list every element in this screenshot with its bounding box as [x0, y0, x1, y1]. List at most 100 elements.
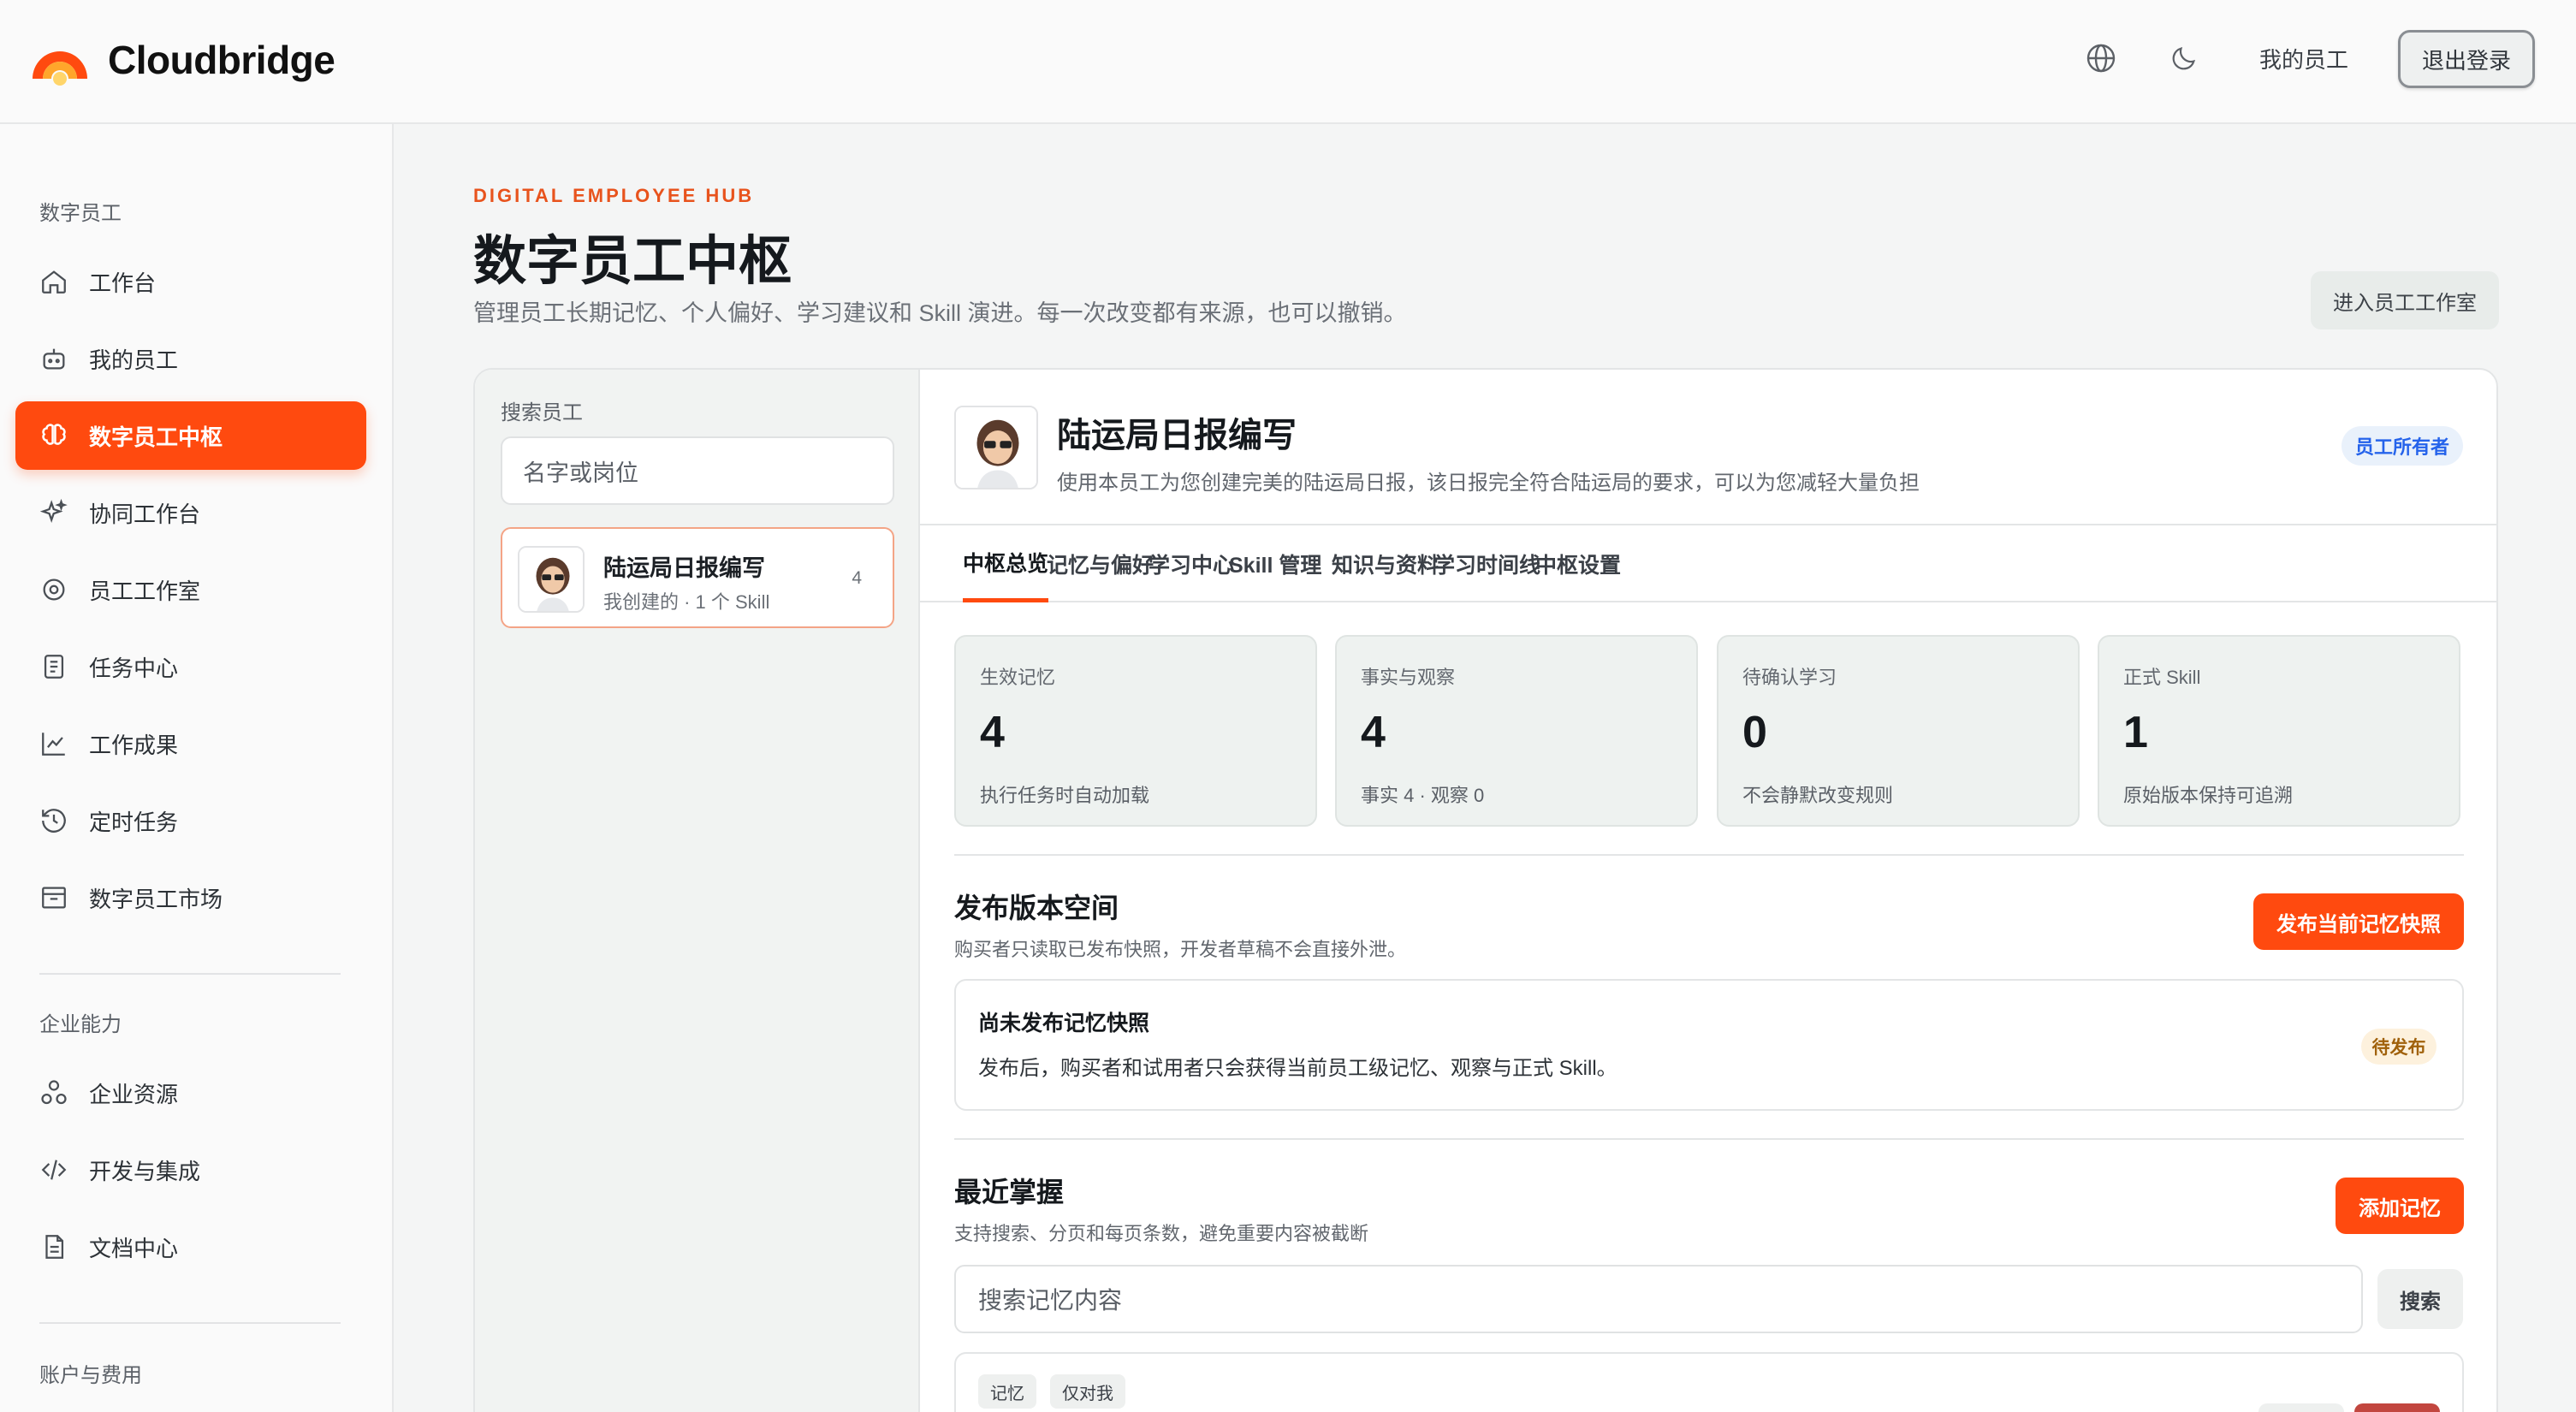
sidebar-section-account: 账户与费用	[39, 1364, 142, 1387]
history-icon	[38, 804, 70, 837]
tab-memory[interactable]: 记忆与偏好	[1047, 525, 1154, 602]
stat-card-pending-learning: 待确认学习 0 不会静默改变规则	[1717, 635, 2080, 827]
memory-search-button[interactable]: 搜索	[2377, 1269, 2463, 1329]
stat-value: 4	[1361, 708, 1386, 757]
sidebar-item-studio[interactable]: 员工工作室	[15, 555, 366, 624]
memory-list-item: 记忆 仅对我	[954, 1352, 2464, 1412]
sidebar-item-my-employees[interactable]: 我的员工	[15, 324, 366, 393]
snapshot-title: 尚未发布记忆快照	[978, 1012, 1150, 1035]
sidebar-item-hub[interactable]: 数字员工中枢	[15, 401, 366, 470]
document-icon	[38, 1231, 70, 1263]
stat-note: 执行任务时自动加载	[980, 785, 1150, 806]
page-eyebrow: DIGITAL EMPLOYEE HUB	[473, 185, 755, 206]
sidebar-item-scheduled[interactable]: 定时任务	[15, 786, 366, 855]
logout-button[interactable]: 退出登录	[2398, 30, 2535, 88]
avatar	[954, 406, 1038, 489]
sidebar-item-dev[interactable]: 开发与集成	[15, 1136, 366, 1204]
sidebar-item-collab[interactable]: 协同工作台	[15, 478, 366, 547]
stat-label: 生效记忆	[980, 667, 1056, 688]
sidebar: 数字员工 工作台 我的员工 数字员工中枢 协同工作台 员工工作室 任务中心 工作…	[0, 124, 394, 1412]
stat-value: 0	[1742, 708, 1767, 757]
employee-count: 4	[852, 568, 862, 588]
sidebar-item-label: 工作成果	[89, 732, 179, 758]
sidebar-section-enterprise: 企业能力	[39, 1013, 122, 1036]
stat-card-active-memory: 生效记忆 4 执行任务时自动加载	[954, 635, 1317, 827]
sidebar-item-workbench[interactable]: 工作台	[15, 247, 366, 316]
publish-snapshot-button[interactable]: 发布当前记忆快照	[2253, 893, 2464, 950]
memory-edit-button[interactable]	[2258, 1403, 2344, 1412]
employee-list-item[interactable]: 陆运局日报编写 我创建的 · 1 个 Skill 4	[501, 527, 894, 628]
tab-overview[interactable]: 中枢总览	[963, 525, 1049, 602]
page-subtitle: 管理员工长期记忆、个人偏好、学习建议和 Skill 演进。每一次改变都有来源，也…	[473, 300, 1407, 326]
sidebar-divider	[39, 1322, 341, 1324]
my-employees-link[interactable]: 我的员工	[2259, 43, 2348, 74]
add-memory-button[interactable]: 添加记忆	[2336, 1178, 2464, 1234]
tab-learning[interactable]: 学习中心	[1149, 525, 1234, 602]
moon-icon[interactable]	[2165, 39, 2203, 77]
publish-section-title: 发布版本空间	[954, 893, 1119, 923]
sidebar-item-results[interactable]: 工作成果	[15, 709, 366, 778]
shapes-icon	[38, 1077, 70, 1109]
publish-section-subtitle: 购买者只读取已发布快照，开发者草稿不会直接外泄。	[954, 939, 1407, 960]
employee-search-input[interactable]: 名字或岗位	[501, 436, 894, 505]
stat-label: 正式 Skill	[2123, 667, 2201, 688]
sidebar-section-digital-employees: 数字员工	[39, 202, 122, 225]
chart-line-icon	[38, 727, 70, 760]
recent-section-title: 最近掌握	[954, 1177, 1065, 1207]
robot-icon	[38, 342, 70, 375]
employee-list-pane: 搜索员工 名字或岗位 陆运局日报编写 我创建的 · 1 个 Skill 4	[475, 370, 920, 1412]
sidebar-item-label: 数字员工中枢	[89, 424, 223, 450]
enter-studio-button[interactable]: 进入员工工作室	[2311, 271, 2499, 329]
stat-value: 1	[2123, 708, 2148, 757]
sparkle-icon	[38, 496, 70, 529]
top-bar: Cloudbridge 我的员工 退出登录	[0, 0, 2576, 124]
employee-description: 使用本员工为您创建完美的陆运局日报，该日报完全符合陆运局的要求，可以为您减轻大量…	[1057, 472, 1920, 495]
stat-value: 4	[980, 708, 1005, 757]
page-title: 数字员工中枢	[473, 232, 792, 291]
brand-name: Cloudbridge	[108, 38, 335, 82]
status-badge: 待发布	[2361, 1029, 2437, 1065]
sidebar-divider	[39, 973, 341, 975]
sidebar-item-docs[interactable]: 文档中心	[15, 1213, 366, 1281]
memory-search-input[interactable]: 搜索记忆内容	[954, 1265, 2363, 1333]
store-icon	[38, 881, 70, 914]
employee-detail: 陆运局日报编写 使用本员工为您创建完美的陆运局日报，该日报完全符合陆运局的要求，…	[920, 370, 2496, 1412]
stat-label: 事实与观察	[1361, 667, 1456, 688]
stat-note: 原始版本保持可追溯	[2123, 785, 2294, 806]
avatar	[518, 546, 585, 613]
sidebar-item-label: 定时任务	[89, 809, 179, 835]
snapshot-description: 发布后，购买者和试用者只会获得当前员工级记忆、观察与正式 Skill。	[978, 1057, 1617, 1080]
sidebar-item-label: 员工工作室	[89, 578, 201, 604]
sidebar-item-label: 工作台	[89, 270, 157, 296]
gear-icon	[38, 573, 70, 606]
tab-skill[interactable]: Skill 管理	[1229, 525, 1321, 602]
sidebar-item-market[interactable]: 数字员工市场	[15, 863, 366, 932]
sidebar-item-label: 数字员工市场	[89, 886, 223, 912]
sidebar-item-tasks[interactable]: 任务中心	[15, 632, 366, 701]
globe-icon[interactable]	[2082, 39, 2120, 77]
code-icon	[38, 1154, 70, 1186]
memory-scope-chip: 仅对我	[1050, 1374, 1125, 1409]
sidebar-item-resources[interactable]: 企业资源	[15, 1059, 366, 1127]
stat-label: 待确认学习	[1742, 667, 1837, 688]
tab-timeline[interactable]: 学习时间线	[1433, 525, 1540, 602]
sidebar-item-label: 企业资源	[89, 1081, 179, 1107]
cloudbridge-logo-icon	[33, 51, 87, 86]
snapshot-status-box: 尚未发布记忆快照 发布后，购买者和试用者只会获得当前员工级记忆、观察与正式 Sk…	[954, 979, 2464, 1111]
section-divider	[954, 1138, 2464, 1140]
stat-card-skill: 正式 Skill 1 原始版本保持可追溯	[2098, 635, 2460, 827]
tab-settings[interactable]: 中枢设置	[1535, 525, 1621, 602]
section-divider	[954, 854, 2464, 856]
clipboard-icon	[38, 650, 70, 683]
memory-delete-button[interactable]	[2354, 1403, 2440, 1412]
brand-logo[interactable]: Cloudbridge	[29, 33, 335, 87]
employee-name: 陆运局日报编写	[603, 555, 765, 581]
hub-panel: 搜索员工 名字或岗位 陆运局日报编写 我创建的 · 1 个 Skill 4 陆运…	[473, 368, 2498, 1412]
tab-knowledge[interactable]: 知识与资料	[1332, 525, 1439, 602]
detail-header: 陆运局日报编写 使用本员工为您创建完美的陆运局日报，该日报完全符合陆运局的要求，…	[920, 370, 2496, 525]
memory-type-chip: 记忆	[978, 1374, 1036, 1409]
employee-search-label: 搜索员工	[501, 401, 583, 424]
sidebar-item-label: 我的员工	[89, 347, 179, 373]
recent-section-subtitle: 支持搜索、分页和每页条数，避免重要内容被截断	[954, 1223, 1369, 1244]
sidebar-item-label: 文档中心	[89, 1235, 179, 1261]
